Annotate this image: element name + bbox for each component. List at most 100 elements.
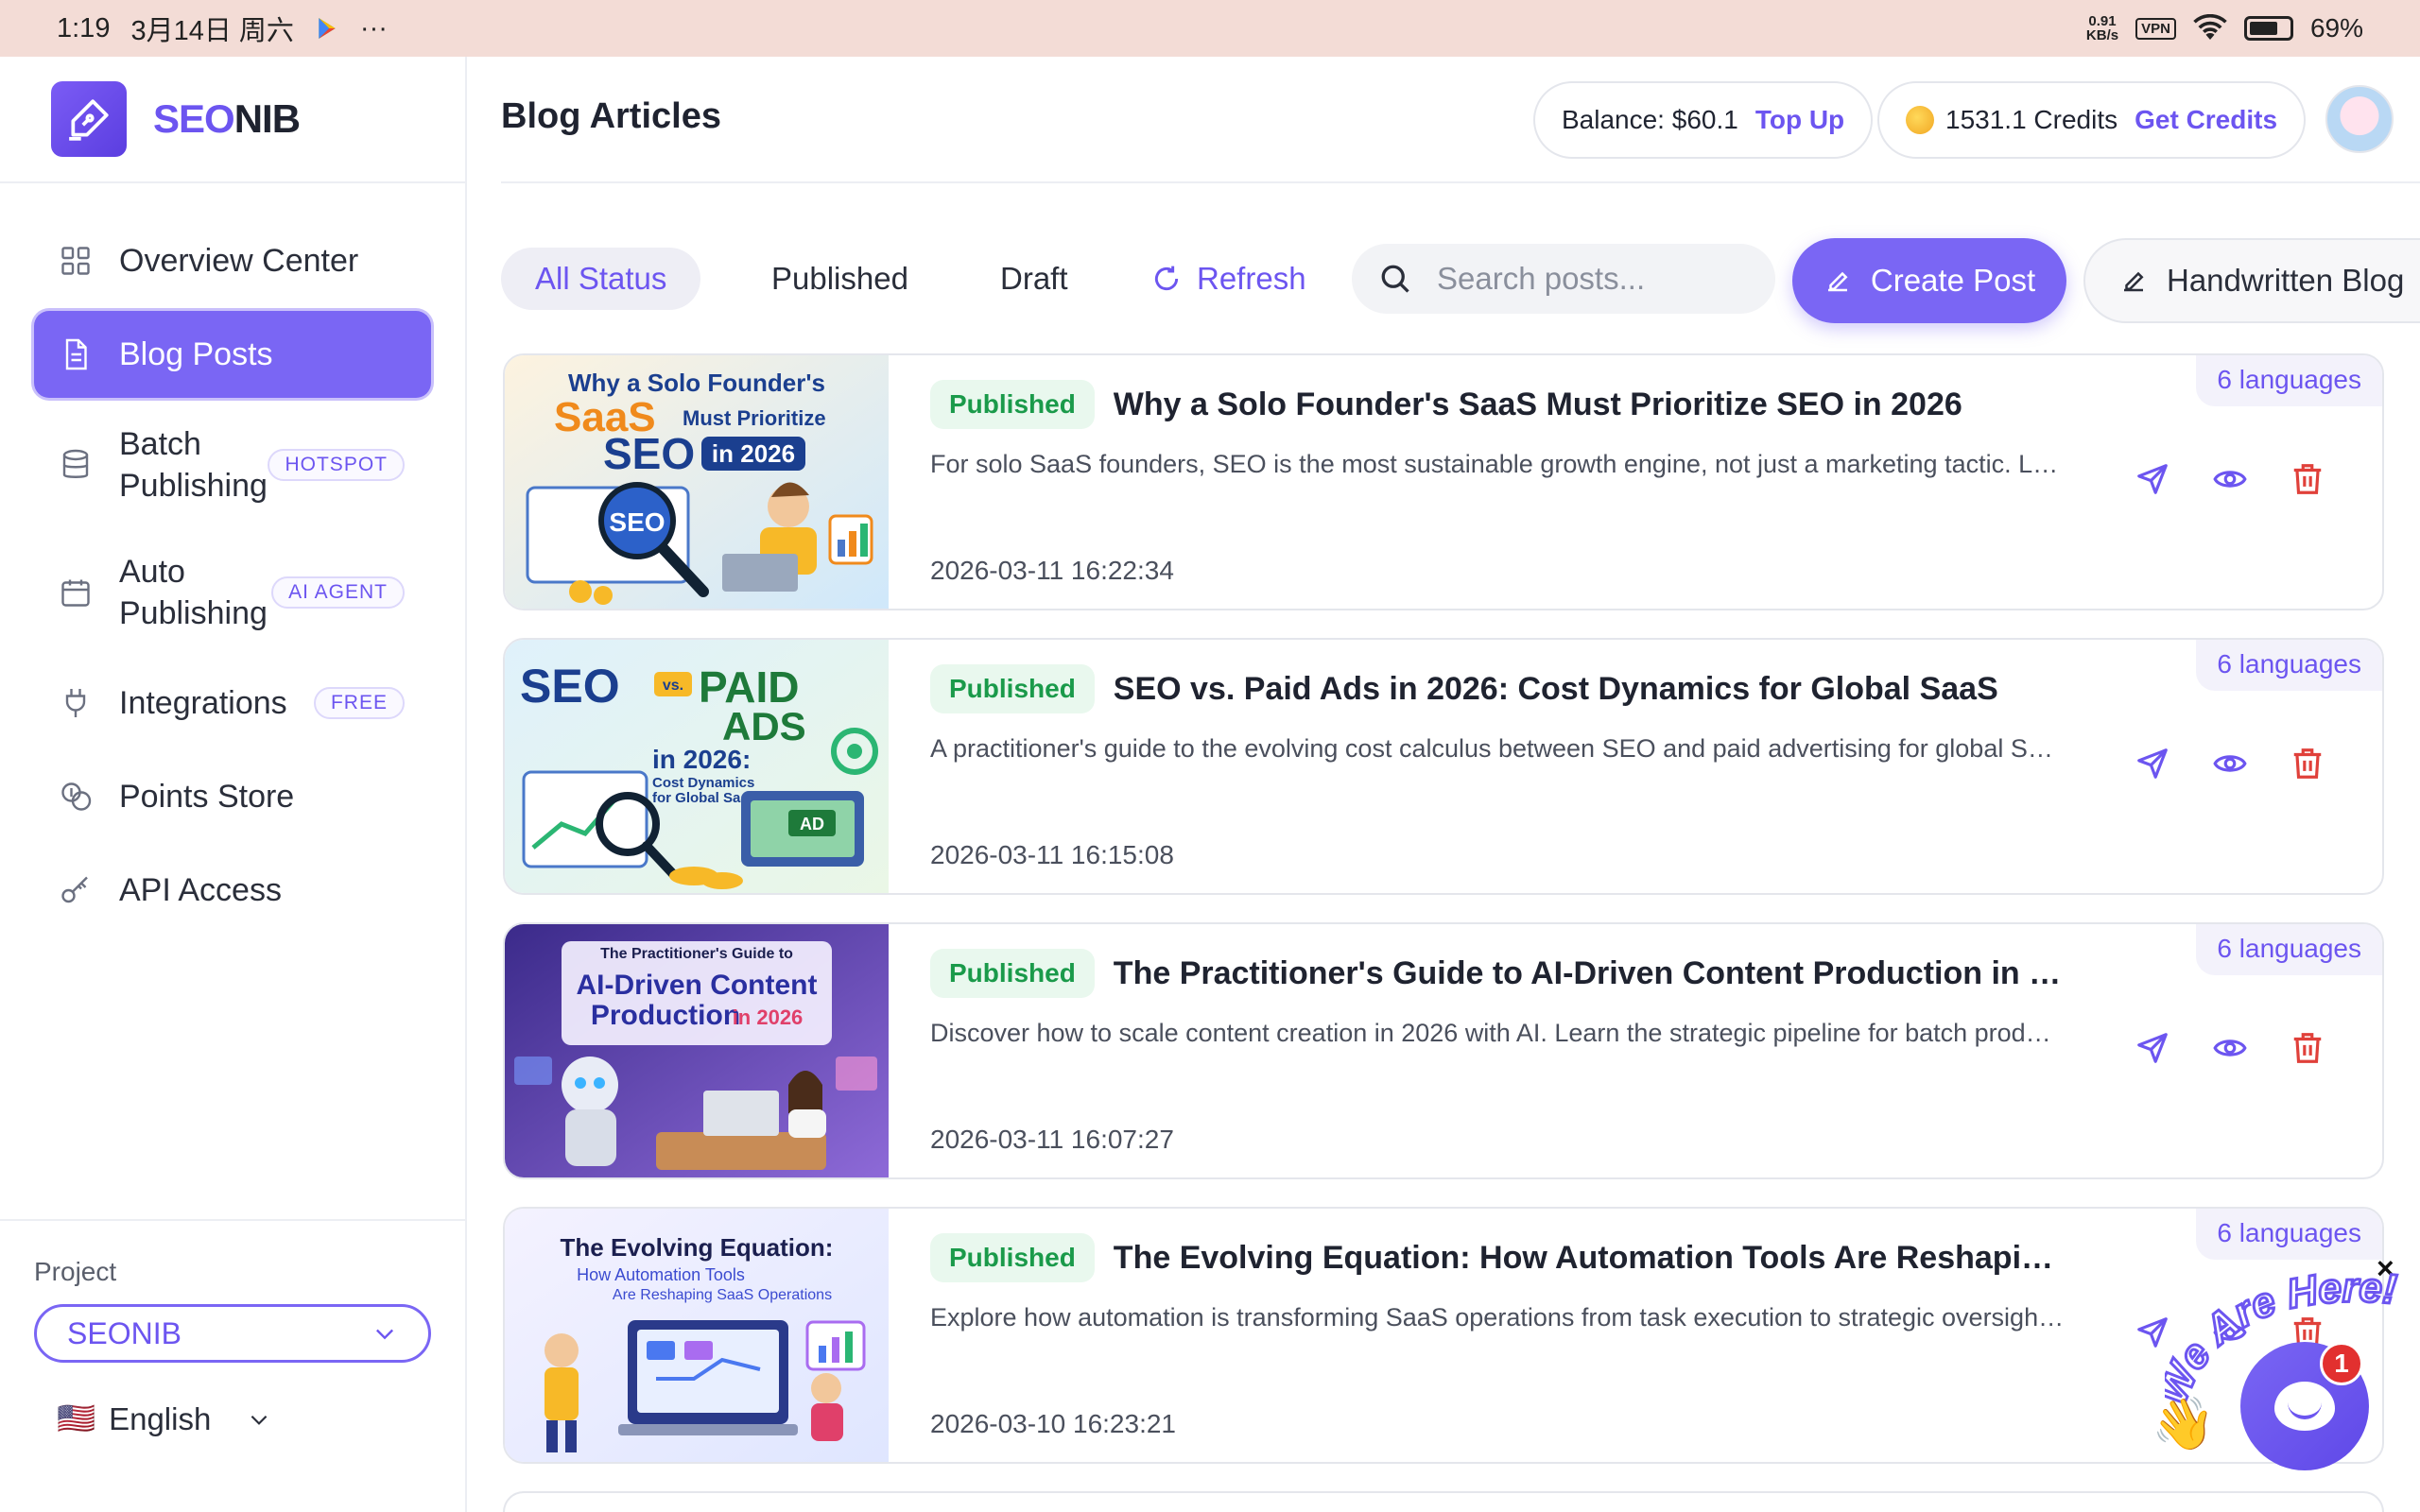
post-title[interactable]: Why a Solo Founder's SaaS Must Prioritiz… xyxy=(1114,387,1962,423)
post-card[interactable]: SEO vs. PAID ADS in 2026: Cost Dynamics … xyxy=(503,638,2384,895)
edit-icon xyxy=(1827,271,1848,292)
top-up-link[interactable]: Top Up xyxy=(1755,105,1844,135)
system-status-bar: 1:19 3月14日 周六 ··· 0.91 KB/s VPN 69% xyxy=(0,0,2420,57)
post-card[interactable]: Why a Solo Founder's SaaS Must Prioritiz… xyxy=(503,353,2384,610)
post-card[interactable]: The Practitioner's Guide to AI-Driven Co… xyxy=(503,922,2384,1179)
status-badge: Published xyxy=(930,664,1095,713)
battery-icon xyxy=(2243,16,2293,41)
publish-send-icon[interactable] xyxy=(2135,461,2170,497)
status-badge: Published xyxy=(930,949,1095,998)
page-title: Blog Articles xyxy=(501,96,721,136)
languages-badge[interactable]: 6 languages xyxy=(2196,640,2382,691)
post-actions xyxy=(2135,746,2325,782)
balance-text: Balance: $60.1 xyxy=(1562,105,1738,134)
svg-text:in 2026:: in 2026: xyxy=(652,745,751,774)
project-select-value: SEONIB xyxy=(67,1315,182,1350)
refresh-button[interactable]: Refresh xyxy=(1151,248,1306,310)
languages-badge[interactable]: 6 languages xyxy=(2196,924,2382,975)
post-excerpt: For solo SaaS founders, SEO is the most … xyxy=(930,450,2065,478)
sidebar-item-overview-center[interactable]: Overview Center xyxy=(34,217,431,304)
post-date: 2026-03-11 16:07:27 xyxy=(930,1125,1174,1154)
sidebar-item-batch-publishing[interactable]: Batch Publishing HOTSPOT xyxy=(34,404,431,525)
sidebar-item-integrations[interactable]: Integrations FREE xyxy=(34,660,431,747)
svg-text:ADS: ADS xyxy=(722,704,806,748)
search-box xyxy=(1352,244,1775,314)
sidebar-item-label: Overview Center xyxy=(119,242,359,279)
document-icon xyxy=(65,338,87,370)
publish-send-icon[interactable] xyxy=(2135,1030,2170,1066)
handwritten-blog-button[interactable]: Handwritten Blog xyxy=(2083,238,2420,323)
language-label: English xyxy=(109,1400,212,1436)
filter-all-status[interactable]: All Status xyxy=(501,248,701,310)
post-thumbnail-image: Why a Solo Founder's SaaS Must Prioritiz… xyxy=(505,355,889,609)
delete-trash-icon[interactable] xyxy=(2290,1030,2325,1066)
post-thumbnail-image: SEO vs. PAID ADS in 2026: Cost Dynamics … xyxy=(505,640,889,893)
sidebar-item-api-access[interactable]: API Access xyxy=(34,847,431,934)
post-actions xyxy=(2135,1030,2325,1066)
delete-trash-icon[interactable] xyxy=(2290,461,2325,497)
post-info: Published SEO vs. Paid Ads in 2026: Cost… xyxy=(930,664,2121,764)
svg-text:vs.: vs. xyxy=(663,678,683,694)
free-badge: FREE xyxy=(313,687,405,719)
svg-text:Cost Dynamics: Cost Dynamics xyxy=(652,775,754,791)
svg-text:Are Reshaping SaaS Operations: Are Reshaping SaaS Operations xyxy=(613,1287,832,1303)
get-credits-link[interactable]: Get Credits xyxy=(2135,105,2277,135)
svg-text:AD: AD xyxy=(800,815,824,833)
sidebar-footer: Project SEONIB 🇺🇸 English xyxy=(0,1219,465,1512)
us-flag-icon: 🇺🇸 xyxy=(57,1400,96,1435)
languages-badge[interactable]: 6 languages xyxy=(2196,1209,2382,1260)
vpn-icon: VPN xyxy=(2135,17,2176,40)
sidebar-item-blog-posts[interactable]: Blog Posts xyxy=(34,311,431,398)
sidebar-item-points-store[interactable]: Points Store xyxy=(34,753,431,840)
filter-published[interactable]: Published xyxy=(771,248,908,310)
post-thumbnail: Why a Solo Founder's SaaS Must Prioritiz… xyxy=(505,355,889,609)
credits-pill: 1531.1 Credits Get Credits xyxy=(1877,81,2307,159)
post-title[interactable]: The Evolving Equation: How Automation To… xyxy=(1114,1240,2068,1277)
brand[interactable]: SEONIB xyxy=(0,57,465,183)
sidebar-item-label: Points Store xyxy=(119,778,295,815)
preview-eye-icon[interactable] xyxy=(2212,746,2248,782)
status-badge: Published xyxy=(930,380,1095,429)
search-input[interactable] xyxy=(1437,261,1749,297)
project-select[interactable]: SEONIB xyxy=(34,1304,431,1363)
svg-text:in 2026: in 2026 xyxy=(733,1005,804,1029)
avatar[interactable] xyxy=(2325,85,2394,153)
post-card[interactable]: The Evolving Equation: How Automation To… xyxy=(503,1207,2384,1464)
preview-eye-icon[interactable] xyxy=(2212,461,2248,497)
post-thumbnail-image: The Evolving Equation: How Automation To… xyxy=(505,1209,889,1462)
publish-send-icon[interactable] xyxy=(2135,746,2170,782)
svg-text:SEO: SEO xyxy=(609,507,665,537)
svg-text:The Practitioner's Guide to: The Practitioner's Guide to xyxy=(600,946,793,962)
brand-name: SEONIB xyxy=(153,96,301,141)
post-title[interactable]: SEO vs. Paid Ads in 2026: Cost Dynamics … xyxy=(1114,671,1998,708)
post-title[interactable]: The Practitioner's Guide to AI-Driven Co… xyxy=(1114,955,2068,992)
post-card-partial[interactable] xyxy=(503,1491,2384,1512)
svg-text:SEO: SEO xyxy=(603,429,695,478)
battery-percent: 69% xyxy=(2309,13,2363,43)
clock-date: 3月14日 周六 xyxy=(130,16,294,46)
create-post-button[interactable]: Create Post xyxy=(1792,238,2066,323)
wifi-icon xyxy=(2193,14,2227,40)
chevron-down-icon xyxy=(251,1415,268,1425)
key-icon xyxy=(61,876,88,903)
delete-trash-icon[interactable] xyxy=(2290,746,2325,782)
language-selector[interactable]: 🇺🇸 English xyxy=(34,1400,431,1437)
coins-icon xyxy=(61,782,92,811)
post-actions xyxy=(2135,461,2325,497)
main-content: Blog Articles Balance: $60.1 Top Up 1531… xyxy=(467,57,2420,1512)
ai-agent-badge: AI AGENT xyxy=(271,576,405,609)
languages-badge[interactable]: 6 languages xyxy=(2196,355,2382,406)
sidebar: SEONIB Overview Center Blog Posts Batch P… xyxy=(0,57,467,1512)
svg-text:Production: Production xyxy=(591,1000,740,1031)
sidebar-item-label: Auto Publishing xyxy=(119,554,268,631)
chevron-down-icon xyxy=(376,1329,393,1340)
sidebar-item-auto-publishing[interactable]: Auto Publishing AI AGENT xyxy=(34,532,431,653)
preview-eye-icon[interactable] xyxy=(2212,1030,2248,1066)
svg-text:SEO: SEO xyxy=(520,660,620,713)
post-list: Why a Solo Founder's SaaS Must Prioritiz… xyxy=(503,353,2384,1512)
svg-text:AI-Driven Content: AI-Driven Content xyxy=(577,970,818,1001)
more-notifications: ··· xyxy=(359,12,388,43)
filter-draft[interactable]: Draft xyxy=(1000,248,1068,310)
calendar-icon xyxy=(61,579,90,607)
grid-icon xyxy=(61,247,90,275)
